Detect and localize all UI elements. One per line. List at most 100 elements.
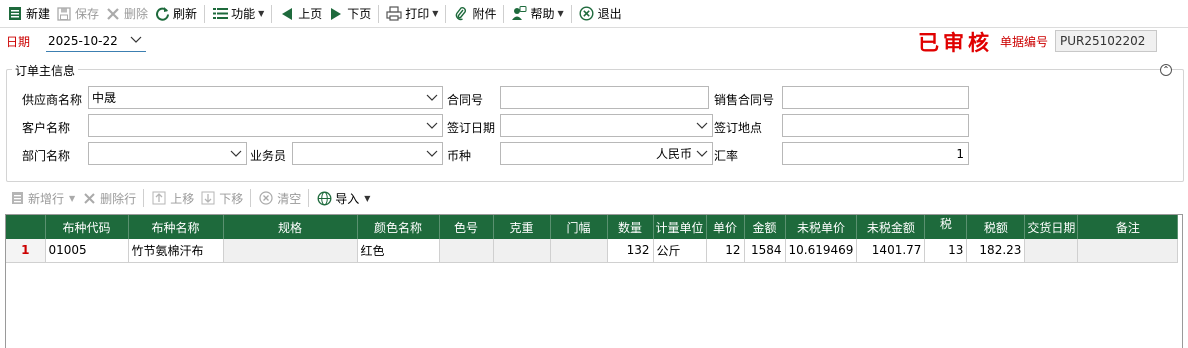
- dropdown-caret-icon: ▼: [557, 9, 564, 18]
- import-menu-button[interactable]: 导入 ▼: [313, 187, 373, 209]
- department-combo[interactable]: [88, 142, 247, 165]
- exit-circle-x-icon: [579, 6, 595, 22]
- dropdown-caret-icon: ▼: [364, 193, 371, 203]
- column-header[interactable]: 未税金额: [856, 215, 926, 239]
- contract-number-input[interactable]: [500, 86, 709, 109]
- column-header[interactable]: 克重: [493, 215, 551, 239]
- paperclip-icon: [453, 6, 469, 22]
- move-down-button[interactable]: 下移: [197, 187, 246, 209]
- column-header[interactable]: 数量: [607, 215, 654, 239]
- cell-weight[interactable]: [493, 239, 551, 263]
- supplier-combo[interactable]: 中晟: [88, 86, 443, 109]
- sign-place-input[interactable]: [782, 114, 969, 137]
- column-header[interactable]: 布种代码: [45, 215, 129, 239]
- cell-untaxed-amount[interactable]: 1401.77: [856, 239, 926, 263]
- clear-button[interactable]: 清空: [255, 187, 304, 209]
- column-header[interactable]: 色号: [439, 215, 494, 239]
- column-header[interactable]: 门幅: [550, 215, 608, 239]
- cell-unit[interactable]: 公斤: [653, 239, 707, 263]
- exit-button[interactable]: 退出: [576, 3, 625, 25]
- cell-tax-amount[interactable]: 182.23: [966, 239, 1026, 263]
- refresh-icon: [154, 6, 170, 22]
- cell-color[interactable]: 红色: [357, 239, 440, 263]
- add-row-button[interactable]: 新增行 ▼: [6, 187, 78, 209]
- column-header[interactable]: 备注: [1077, 215, 1179, 239]
- delete-row-button[interactable]: 删除行: [78, 187, 139, 209]
- cell-delivery-date[interactable]: [1024, 239, 1079, 263]
- sales-contract-label: 销售合同号: [714, 93, 775, 107]
- audit-status-stamp: 已审核: [918, 30, 993, 55]
- prev-page-label: 上页: [298, 7, 323, 21]
- save-button[interactable]: 保存: [53, 3, 102, 25]
- new-button[interactable]: 新建: [4, 3, 53, 25]
- cell-tax-rate[interactable]: 13: [924, 239, 968, 263]
- column-header[interactable]: 未税单价: [785, 215, 858, 239]
- delete-button[interactable]: 删除: [102, 3, 151, 25]
- new-label: 新建: [26, 7, 51, 21]
- chevron-down-icon[interactable]: [130, 33, 142, 48]
- contract-number-label: 合同号: [447, 93, 484, 107]
- cell-width[interactable]: [550, 239, 608, 263]
- clear-circle-x-icon: [258, 190, 274, 206]
- column-header[interactable]: 税额: [966, 215, 1026, 239]
- exchange-rate-input[interactable]: 1: [782, 142, 969, 165]
- collapse-chevrons-icon[interactable]: ⌃: [1160, 64, 1172, 76]
- cell-price[interactable]: 12: [706, 239, 745, 263]
- sign-date-picker[interactable]: [500, 114, 713, 137]
- cell-remark[interactable]: [1077, 239, 1179, 263]
- attachment-button[interactable]: 附件: [450, 3, 499, 25]
- sales-contract-input[interactable]: [782, 86, 969, 109]
- dropdown-caret-icon: ▼: [69, 193, 76, 203]
- chevron-down-icon[interactable]: [426, 119, 438, 134]
- cell-code[interactable]: 01005: [45, 239, 129, 263]
- chevron-down-icon[interactable]: [696, 119, 708, 134]
- salesperson-combo[interactable]: [292, 142, 443, 165]
- function-menu-button[interactable]: 功能 ▼: [209, 3, 267, 25]
- cell-spec[interactable]: [223, 239, 358, 263]
- cell-name[interactable]: 竹节氨棉汗布: [128, 239, 224, 263]
- help-menu-button[interactable]: 帮助 ▼: [508, 3, 566, 25]
- row-number[interactable]: 1: [6, 239, 46, 263]
- prev-page-button[interactable]: 上页: [276, 3, 325, 25]
- column-header[interactable]: 颜色名称: [357, 215, 440, 239]
- help-label: 帮助: [530, 7, 555, 21]
- exchange-rate-label: 汇率: [714, 149, 739, 163]
- next-page-button[interactable]: 下页: [325, 3, 374, 25]
- cell-amount[interactable]: 1584: [744, 239, 786, 263]
- document-header: 日期 2025-10-22 已审核 单据编号 PUR25102202: [0, 28, 1188, 58]
- grid-toolbar: 新增行 ▼ 删除行 上移 下移 清空 导入 ▼: [0, 186, 373, 210]
- chevron-down-icon[interactable]: [426, 91, 438, 106]
- sign-place-label: 签订地点: [714, 121, 763, 135]
- cell-untaxed-price[interactable]: 10.619469: [785, 239, 858, 263]
- column-header[interactable]: 规格: [223, 215, 358, 239]
- cell-color-no[interactable]: [439, 239, 494, 263]
- detail-grid: 布种代码 布种名称 规格 颜色名称 色号 克重 门幅 数量 计量单位 单价 金额…: [5, 214, 1183, 348]
- table-row[interactable]: 1 01005 竹节氨棉汗布 红色 132 公斤 12 1584 10.6194…: [6, 239, 1179, 263]
- date-picker[interactable]: 2025-10-22: [46, 30, 146, 52]
- column-header[interactable]: 单价: [706, 215, 745, 239]
- move-up-button[interactable]: 上移: [148, 187, 197, 209]
- chevron-down-icon[interactable]: [696, 147, 708, 162]
- currency-value: 人民币: [655, 147, 692, 161]
- toolbar-separator: [143, 189, 145, 207]
- triangle-right-icon: [328, 6, 344, 22]
- currency-combo[interactable]: 人民币: [500, 142, 713, 165]
- column-header[interactable]: 计量单位: [653, 215, 707, 239]
- move-down-label: 下移: [219, 191, 244, 206]
- chevron-down-icon[interactable]: [426, 147, 438, 162]
- refresh-button[interactable]: 刷新: [151, 3, 200, 25]
- toolbar-separator: [503, 4, 505, 23]
- print-menu-button[interactable]: 打印 ▼: [383, 3, 441, 25]
- column-header[interactable]: 税: [924, 215, 968, 239]
- cell-quantity[interactable]: 132: [607, 239, 654, 263]
- triangle-left-icon: [279, 6, 295, 22]
- delete-label: 删除: [124, 7, 149, 21]
- column-header[interactable]: 布种名称: [128, 215, 224, 239]
- column-header[interactable]: 交货日期: [1024, 215, 1079, 239]
- customer-combo[interactable]: [88, 114, 443, 137]
- chevron-down-icon[interactable]: [230, 147, 242, 162]
- grid-header-row: 布种代码 布种名称 规格 颜色名称 色号 克重 门幅 数量 计量单位 单价 金额…: [6, 215, 1179, 239]
- column-header[interactable]: 金额: [744, 215, 786, 239]
- refresh-label: 刷新: [173, 7, 198, 21]
- department-label: 部门名称: [22, 149, 71, 163]
